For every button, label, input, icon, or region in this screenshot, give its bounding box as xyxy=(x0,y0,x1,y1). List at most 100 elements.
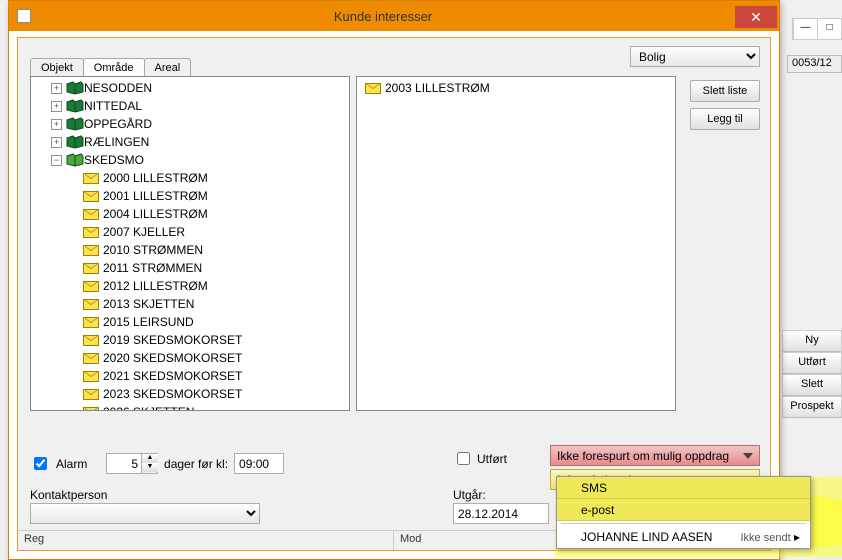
tree-leaf-label: 2001 LILLESTRØM xyxy=(103,189,208,203)
oppdrag-status-label: Ikke forespurt om mulig oppdrag xyxy=(557,449,729,463)
tree-leaf[interactable]: 2019 SKEDSMOKORSET xyxy=(31,331,349,349)
expand-icon[interactable]: + xyxy=(51,137,62,148)
tree-leaf-label: 2011 STRØMMEN xyxy=(103,261,202,275)
tab-areal[interactable]: Areal xyxy=(144,58,192,76)
tree-node[interactable]: + NITTEDAL xyxy=(31,97,349,115)
type-select-wrap: Bolig xyxy=(630,46,760,67)
tree-leaf-label: 2019 SKEDSMOKORSET xyxy=(103,333,242,347)
tree-leaf[interactable]: 2001 LILLESTRØM xyxy=(31,187,349,205)
bg-btn-slett[interactable]: Slett xyxy=(782,374,842,396)
tree-node-label: NITTEDAL xyxy=(84,99,142,113)
menu-item-sms[interactable]: SMS xyxy=(557,477,810,499)
tab-omrade[interactable]: Område xyxy=(83,58,145,76)
tree-leaf[interactable]: 2015 LEIRSUND xyxy=(31,313,349,331)
tree-node[interactable]: + NESODDEN xyxy=(31,79,349,97)
mail-icon xyxy=(83,353,99,364)
spin-down-icon[interactable]: ▼ xyxy=(142,463,158,472)
alarm-time-input[interactable] xyxy=(234,453,284,474)
tree-leaf[interactable]: 2026 SKJETTEN xyxy=(31,403,349,411)
tree-leaf-label: 2021 SKEDSMOKORSET xyxy=(103,369,242,383)
mail-icon xyxy=(83,209,99,220)
tree-leaf-label: 2010 STRØMMEN xyxy=(103,243,203,257)
oppdrag-status-dropdown[interactable]: Ikke forespurt om mulig oppdrag xyxy=(550,445,760,466)
mail-icon xyxy=(83,173,99,184)
window-title: Kunde interesser xyxy=(31,9,735,24)
mail-icon xyxy=(365,83,381,94)
list-buttons: Slett liste Legg til xyxy=(690,80,760,130)
close-button[interactable]: ✕ xyxy=(735,6,777,28)
menu-item-epost[interactable]: e-post xyxy=(557,499,810,521)
content-area: Bolig Objekt Område Areal + NESODDEN + NITT… xyxy=(17,37,771,551)
tree-leaf[interactable]: 2012 LILLESTRØM xyxy=(31,277,349,295)
selected-list[interactable]: 2003 LILLESTRØM xyxy=(356,76,676,411)
spin-up-icon[interactable]: ▲ xyxy=(142,454,158,463)
mail-icon xyxy=(83,263,99,274)
mail-icon xyxy=(83,299,99,310)
utfort-row: Utført xyxy=(453,449,507,468)
area-tree[interactable]: +NESODDEN+NITTEDAL+OPPEGÅRD+RÆLINGEN−SKE… xyxy=(30,76,350,411)
alarm-days-input[interactable] xyxy=(107,454,141,473)
bg-btn-utfort[interactable]: Utført xyxy=(782,352,842,374)
tree-leaf[interactable]: 2010 STRØMMEN xyxy=(31,241,349,259)
mail-icon xyxy=(83,407,99,412)
mail-icon xyxy=(83,227,99,238)
bg-btn-ny[interactable]: Ny xyxy=(782,330,842,352)
informer-kunde-menu: SMS e-post JOHANNE LIND AASEN Ikke sendt… xyxy=(556,476,811,549)
mail-icon xyxy=(83,191,99,202)
tab-objekt[interactable]: Objekt xyxy=(30,58,84,76)
tree-leaf[interactable]: 2023 SKEDSMOKORSET xyxy=(31,385,349,403)
tree-node[interactable]: +OPPEGÅRD xyxy=(31,115,349,133)
slett-liste-button[interactable]: Slett liste xyxy=(690,80,760,102)
tree-leaf-label: 2000 LILLESTRØM xyxy=(103,171,208,185)
expand-icon[interactable]: + xyxy=(51,83,62,94)
tree-leaf[interactable]: 2011 STRØMMEN xyxy=(31,259,349,277)
tree-node-open[interactable]: − SKEDSMO xyxy=(31,151,349,169)
tree-leaf[interactable]: 2020 SKEDSMOKORSET xyxy=(31,349,349,367)
mail-icon xyxy=(83,335,99,346)
selected-item[interactable]: 2003 LILLESTRØM xyxy=(361,79,671,97)
alarm-label: Alarm xyxy=(56,457,87,471)
bg-window-controls: —□ xyxy=(792,18,842,40)
expand-icon[interactable]: + xyxy=(51,101,62,112)
selected-item-label: 2003 LILLESTRØM xyxy=(385,81,490,95)
kontaktperson-label: Kontaktperson xyxy=(30,488,107,502)
status-reg: Reg xyxy=(18,531,394,550)
menu-item-person[interactable]: JOHANNE LIND AASEN Ikke sendt ▸ xyxy=(557,526,810,548)
mail-icon xyxy=(83,317,99,328)
utgar-input[interactable] xyxy=(453,503,549,524)
bg-side-buttons: Ny Utført Slett Prospekt xyxy=(782,330,842,418)
collapse-icon[interactable]: − xyxy=(51,155,62,166)
tree-node[interactable]: + RÆLINGEN xyxy=(31,133,349,151)
titlebar: Kunde interesser ✕ xyxy=(9,1,779,31)
kontaktperson-select[interactable] xyxy=(30,503,260,524)
alarm-days-spinner[interactable]: ▲▼ xyxy=(106,453,158,474)
tab-strip: Objekt Område Areal xyxy=(30,58,190,76)
tree-node-label: SKEDSMO xyxy=(84,153,144,167)
mail-icon xyxy=(83,281,99,292)
menu-submenu-indicator: Ikke sendt ▸ xyxy=(741,530,801,544)
tree-leaf-label: 2012 LILLESTRØM xyxy=(103,279,208,293)
alarm-checkbox[interactable] xyxy=(34,457,47,470)
chevron-down-icon xyxy=(743,453,753,459)
bg-ref-tab: 0053/12 xyxy=(787,55,842,73)
mail-icon xyxy=(83,371,99,382)
tree-leaf[interactable]: 2004 LILLESTRØM xyxy=(31,205,349,223)
tree-leaf-label: 2026 SKJETTEN xyxy=(103,405,194,411)
tree-leaf-label: 2007 KJELLER xyxy=(103,225,185,239)
expand-icon[interactable]: + xyxy=(51,119,62,130)
type-select[interactable]: Bolig xyxy=(630,46,760,67)
legg-til-button[interactable]: Legg til xyxy=(690,108,760,130)
tree-leaf[interactable]: 2000 LILLESTRØM xyxy=(31,169,349,187)
tree-node-label: RÆLINGEN xyxy=(84,135,149,149)
tree-node-label: NESODDEN xyxy=(84,81,152,95)
tree-leaf-label: 2015 LEIRSUND xyxy=(103,315,194,329)
tree-leaf[interactable]: 2007 KJELLER xyxy=(31,223,349,241)
mail-icon xyxy=(83,389,99,400)
tree-leaf-label: 2020 SKEDSMOKORSET xyxy=(103,351,242,365)
tree-leaf[interactable]: 2013 SKJETTEN xyxy=(31,295,349,313)
bg-btn-prospekt[interactable]: Prospekt xyxy=(782,396,842,418)
tree-leaf[interactable]: 2021 SKEDSMOKORSET xyxy=(31,367,349,385)
menu-person-label: JOHANNE LIND AASEN xyxy=(581,530,712,544)
utfort-checkbox[interactable] xyxy=(457,452,470,465)
utfort-label: Utført xyxy=(477,452,507,466)
